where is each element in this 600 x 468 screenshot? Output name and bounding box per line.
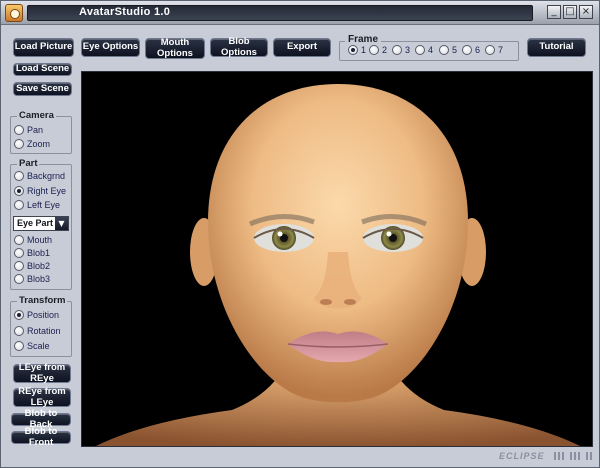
save-scene-button[interactable]: Save Scene (13, 82, 72, 96)
blob-options-button[interactable]: Blob Options (210, 36, 268, 57)
grip-icon (570, 452, 582, 460)
radio-icon (14, 139, 24, 149)
avatar-viewport[interactable] (81, 71, 593, 447)
transform-position-radio[interactable]: Position (14, 310, 59, 320)
radio-icon (14, 248, 24, 258)
part-mouth-radio[interactable]: Mouth (14, 235, 52, 245)
frame-radio-5[interactable]: 5 (439, 45, 457, 55)
right-eye-highlight (386, 231, 392, 237)
blob-to-front-button[interactable]: Blob to Front (11, 426, 71, 447)
transform-legend: Transform (17, 295, 68, 306)
leye-from-reye-button[interactable]: LEye from REye (13, 362, 71, 383)
left-nostril (320, 299, 332, 305)
part-backgrnd-radio[interactable]: Backgrnd (14, 171, 65, 181)
eye-options-button[interactable]: Eye Options (81, 38, 140, 57)
part-legend: Part (17, 158, 40, 169)
minimize-button[interactable]: _ (547, 5, 561, 19)
load-picture-button[interactable]: Load Picture (13, 38, 74, 57)
frame-radio-4[interactable]: 4 (415, 45, 433, 55)
reye-from-leye-button[interactable]: REye from LEye (13, 386, 71, 407)
radio-icon (14, 200, 24, 210)
brand-logo: ECLIPSE (499, 451, 545, 461)
radio-icon (415, 45, 425, 55)
radio-icon (14, 235, 24, 245)
grip-icon (586, 452, 594, 460)
load-scene-button[interactable]: Load Scene (13, 63, 72, 76)
camera-pan-radio[interactable]: Pan (14, 125, 43, 135)
frame-radio-1[interactable]: 1 (348, 45, 366, 55)
app-icon[interactable] (5, 4, 23, 22)
title-bar[interactable]: AvatarStudio 1.0 _ □ × (1, 1, 599, 25)
dropdown-value: Eye Part (17, 218, 54, 228)
radio-icon (14, 326, 24, 336)
part-left-eye-radio[interactable]: Left Eye (14, 200, 60, 210)
frame-radio-2[interactable]: 2 (369, 45, 387, 55)
frame-radio-7[interactable]: 7 (485, 45, 503, 55)
mouth-options-button[interactable]: Mouth Options (145, 37, 205, 59)
radio-icon (14, 261, 24, 271)
radio-icon (14, 171, 24, 181)
maximize-button[interactable]: □ (563, 5, 577, 19)
radio-icon (14, 341, 24, 351)
radio-icon (369, 45, 379, 55)
window-title: AvatarStudio 1.0 (79, 6, 171, 18)
radio-icon (14, 310, 24, 320)
radio-icon (348, 45, 358, 55)
grip-icon (554, 452, 566, 460)
radio-icon (392, 45, 402, 55)
camera-zoom-radio[interactable]: Zoom (14, 139, 50, 149)
radio-icon (462, 45, 472, 55)
export-button[interactable]: Export (273, 38, 331, 57)
app-window: AvatarStudio 1.0 _ □ × Load Picture Eye … (0, 0, 600, 468)
chevron-down-icon[interactable]: ▼ (55, 217, 68, 230)
radio-icon (14, 125, 24, 135)
right-nostril (344, 299, 356, 305)
part-blob3-radio[interactable]: Blob3 (14, 274, 50, 284)
eye-part-dropdown[interactable]: Eye Part ▼ (13, 216, 69, 231)
left-eye-highlight (277, 231, 283, 237)
transform-rotation-radio[interactable]: Rotation (14, 326, 61, 336)
part-right-eye-radio[interactable]: Right Eye (14, 186, 66, 196)
frame-radio-3[interactable]: 3 (392, 45, 410, 55)
close-button[interactable]: × (579, 5, 593, 19)
camera-legend: Camera (17, 110, 56, 121)
radio-icon (485, 45, 495, 55)
part-blob1-radio[interactable]: Blob1 (14, 248, 50, 258)
blob-to-back-button[interactable]: Blob to Back (11, 408, 71, 429)
transform-scale-radio[interactable]: Scale (14, 341, 50, 351)
tutorial-button[interactable]: Tutorial (527, 38, 586, 57)
frame-radio-6[interactable]: 6 (462, 45, 480, 55)
frame-legend: Frame (345, 34, 382, 45)
radio-icon (14, 186, 24, 196)
radio-icon (14, 274, 24, 284)
radio-icon (439, 45, 449, 55)
part-blob2-radio[interactable]: Blob2 (14, 261, 50, 271)
avatar-face (96, 84, 580, 446)
